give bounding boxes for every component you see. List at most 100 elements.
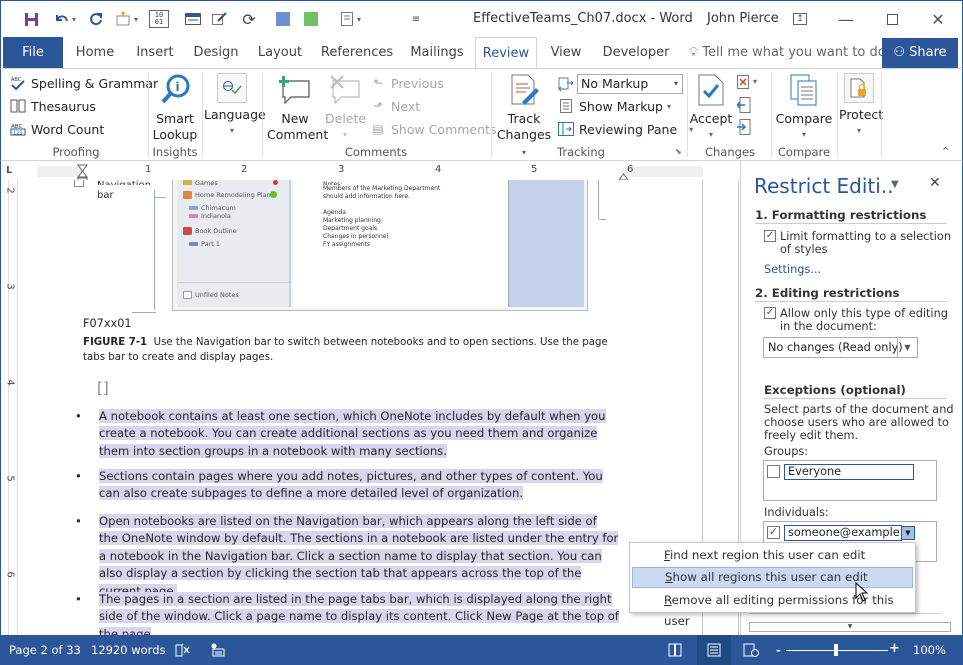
edit-icon[interactable] <box>210 9 230 29</box>
zoom-level[interactable]: 100% <box>913 643 946 657</box>
person-add-icon: ⚇ <box>893 45 905 60</box>
pane-scroll-down-icon[interactable]: ▼ <box>749 622 951 632</box>
read-mode-icon[interactable] <box>668 643 682 660</box>
tell-me-search[interactable]: 💡︎ Tell me what you want to do <box>689 37 886 69</box>
zoom-slider-thumb[interactable] <box>834 644 838 656</box>
compare-button[interactable]: Compare ▾ <box>775 73 833 143</box>
page-indicator[interactable]: Page 2 of 33 <box>9 643 81 657</box>
ruler-mark: 6 <box>4 571 16 578</box>
zoom-in-button[interactable]: + <box>889 641 900 656</box>
tracking-group-label: Tracking <box>557 145 605 159</box>
show-markup-button[interactable]: Show Markup ▾ <box>557 95 671 117</box>
tracking-options-launcher-icon[interactable]: ⬊ <box>675 147 682 156</box>
zoom-out-button[interactable]: - <box>776 643 781 657</box>
show-comments-button[interactable]: ▤ Show Comments <box>369 118 496 140</box>
compare-group-label: Compare <box>777 145 831 159</box>
share-button[interactable]: ⚇ Share <box>882 38 958 68</box>
group-entry-everyone[interactable]: Everyone <box>784 464 914 480</box>
thesaurus-button[interactable]: Thesaurus <box>9 95 96 117</box>
groups-label: Groups: <box>764 445 809 458</box>
reject-icon[interactable]: ▾ <box>737 75 761 92</box>
reviewing-pane-icon <box>557 121 575 137</box>
next-comment-button[interactable]: ⬏ Next <box>369 95 420 117</box>
tab-references[interactable]: References <box>319 37 395 69</box>
previous-comment-button[interactable]: ⬑ Previous <box>369 72 444 94</box>
customize-qat-icon[interactable]: ≡ <box>409 9 423 29</box>
tab-layout[interactable]: Layout <box>253 37 307 69</box>
document-title: EffectiveTeams_Ch07.docx - Word <box>473 11 693 26</box>
close-window-icon[interactable]: ✕ <box>923 5 953 33</box>
menu-item-show-all-regions[interactable]: Show all regions this user can edit <box>632 567 913 588</box>
refresh-icon[interactable]: ⟳ <box>239 9 259 29</box>
web-layout-icon[interactable] <box>743 643 759 660</box>
right-indent-marker[interactable] <box>618 170 629 181</box>
spelling-grammar-button[interactable]: ABC Spelling & Grammar <box>9 72 158 94</box>
user-name[interactable]: John Pierce <box>707 11 779 26</box>
previous-change-icon[interactable] <box>735 97 751 116</box>
tab-mailings[interactable]: Mailings <box>407 37 467 69</box>
ruler-mark: 3 <box>338 164 345 175</box>
tab-insert[interactable]: Insert <box>129 37 181 69</box>
close-pane-icon[interactable]: ✕ <box>929 175 941 191</box>
nav-item: Home Remodeling Plans <box>183 191 274 199</box>
layout-icon[interactable]: ▾ <box>336 9 366 29</box>
individual-checkbox[interactable]: ✓ <box>767 526 780 539</box>
nav-item: Unfiled Notes <box>183 291 239 299</box>
binary-field-icon[interactable]: 10 01 <box>149 10 169 28</box>
tab-review[interactable]: Review <box>475 37 537 70</box>
proofing-status-icon[interactable] <box>175 643 191 660</box>
markup-display-select[interactable]: No Markup ▾ <box>577 74 683 94</box>
new-comment-button[interactable]: New Comment <box>267 73 328 143</box>
bullet-item: • Sections contain pages where you add no… <box>75 469 603 501</box>
group-everyone-checkbox[interactable] <box>767 465 780 478</box>
protect-button[interactable]: Protect ▾ <box>839 73 883 139</box>
ribbon: ABC Spelling & Grammar Thesaurus ABC 123 … <box>0 68 963 161</box>
save-icon[interactable] <box>21 9 41 29</box>
language-button[interactable]: Language ▾ <box>204 73 266 139</box>
delete-comment-button[interactable]: Delete ▾ <box>325 73 366 143</box>
settings-link[interactable]: Settings... <box>764 263 821 276</box>
undo-icon[interactable]: ▾ <box>51 9 79 29</box>
reviewing-pane-button[interactable]: Reviewing Pane ▾ <box>557 118 693 140</box>
redo-icon[interactable] <box>87 9 105 29</box>
smart-lookup-button[interactable]: i Smart Lookup <box>151 73 199 143</box>
print-layout-button[interactable] <box>697 635 731 665</box>
word-count-button[interactable]: ABC 123 Word Count <box>9 118 104 140</box>
macro-recording-icon[interactable] <box>211 643 225 660</box>
accept-button[interactable]: Accept ▾ <box>689 73 733 143</box>
tab-home[interactable]: Home <box>69 37 121 69</box>
maximize-icon[interactable] <box>877 5 907 33</box>
tab-file[interactable]: File <box>3 37 63 69</box>
editing-restrictions-heading: 2. Editing restrictions <box>755 286 947 302</box>
minimize-icon[interactable]: — <box>831 5 861 33</box>
form-icon[interactable] <box>183 9 203 29</box>
document-canvas[interactable]: Navigation bar Games Home Remodeling Pla… <box>22 180 702 635</box>
individual-dropdown-chevron-down-icon[interactable]: ▼ <box>901 526 915 540</box>
exceptions-description: Select parts of the document and choose … <box>764 403 954 442</box>
tab-design[interactable]: Design <box>189 37 243 69</box>
pane-options-chevron-down-icon[interactable]: ▼ <box>891 179 899 190</box>
blue-color-icon[interactable] <box>276 9 290 29</box>
editing-type-select[interactable]: No changes (Read only) ▼ <box>763 337 918 358</box>
allow-only-checkbox[interactable]: ✓ <box>764 307 776 319</box>
format-painter-icon[interactable]: ▾ <box>112 9 142 29</box>
word-count[interactable]: 12920 words <box>91 643 166 657</box>
onenote-page-tabs-bar <box>508 180 584 307</box>
menu-item-remove-all-permissions[interactable]: Remove all editing permissions for this … <box>632 590 913 628</box>
horizontal-ruler[interactable]: 1 2 3 4 5 6 <box>0 161 740 185</box>
limit-formatting-checkbox[interactable]: ✓ <box>764 230 776 242</box>
collapse-ribbon-icon[interactable]: ⌃ <box>941 145 950 158</box>
comments-group-label: Comments <box>344 145 408 159</box>
green-color-icon[interactable] <box>304 9 318 29</box>
groups-listbox[interactable]: Everyone <box>763 460 937 501</box>
anchor-marker <box>74 180 84 187</box>
tab-view[interactable]: View <box>545 37 587 69</box>
tab-selector-icon[interactable]: L <box>6 165 18 177</box>
menu-item-find-next-region[interactable]: Find next region this user can edit <box>632 545 913 566</box>
individual-entry[interactable]: someone@example.co <box>784 525 902 541</box>
vertical-ruler[interactable]: 2 3 4 5 6 <box>0 180 22 635</box>
next-comment-icon: ⬏ <box>372 99 384 113</box>
tab-developer[interactable]: Developer <box>599 37 673 69</box>
ribbon-display-options-icon[interactable]: ↥ <box>785 5 815 33</box>
next-change-icon[interactable] <box>737 119 751 138</box>
